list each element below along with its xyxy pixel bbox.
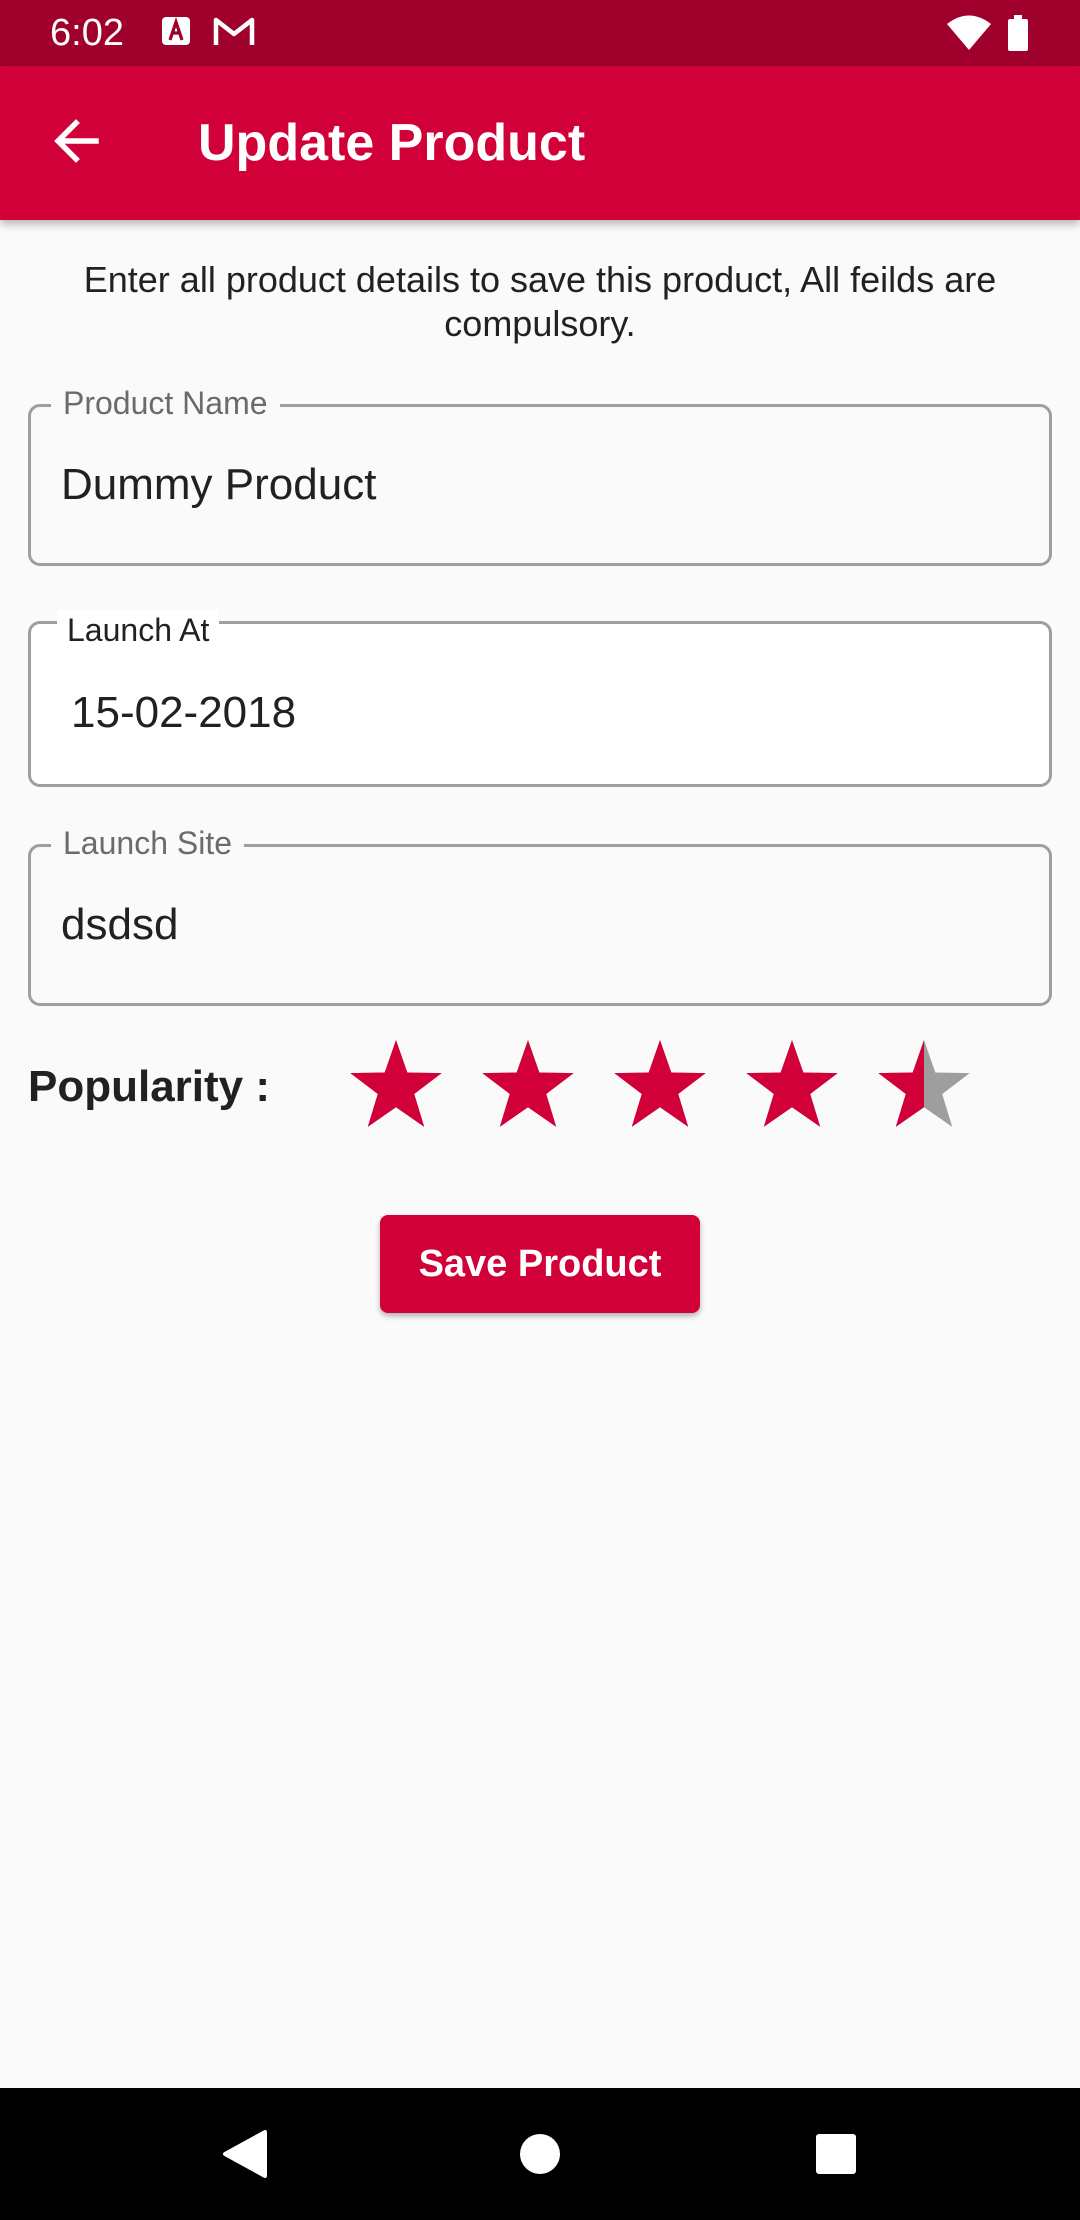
wifi-icon [946, 15, 992, 51]
arrow-back-icon [50, 115, 102, 172]
home-circle-icon [520, 2134, 560, 2174]
popularity-label: Popularity : [28, 1062, 271, 1111]
star-icon [350, 1040, 442, 1127]
rating-star-5[interactable] [876, 1040, 972, 1136]
nav-back-button[interactable] [208, 2118, 280, 2190]
a-notification-icon [160, 15, 196, 51]
back-triangle-icon [223, 2130, 267, 2178]
product-name-input[interactable] [31, 407, 1049, 563]
status-time: 6:02 [50, 12, 124, 54]
status-bar: 6:02 [0, 0, 1080, 66]
star-icon [746, 1040, 838, 1127]
battery-icon [1006, 15, 1030, 51]
rating-star-1[interactable] [348, 1040, 444, 1136]
recents-square-icon [816, 2134, 856, 2174]
launch-at-field: Launch At [28, 610, 1052, 787]
star-icon [878, 1040, 970, 1127]
launch-site-field: Launch Site [28, 823, 1052, 1006]
gmail-icon [212, 15, 256, 51]
star-icon [614, 1040, 706, 1127]
product-name-field: Product Name [28, 383, 1052, 566]
rating-star-4[interactable] [744, 1040, 840, 1136]
save-product-button[interactable]: Save Product [380, 1215, 700, 1313]
back-button[interactable] [36, 103, 116, 183]
app-bar: Update Product [0, 66, 1080, 220]
form-instructions: Enter all product details to save this p… [83, 259, 997, 344]
launch-site-input[interactable] [31, 847, 1049, 1003]
rating-star-2[interactable] [480, 1040, 576, 1136]
nav-recents-button[interactable] [800, 2118, 872, 2190]
page-title: Update Product [198, 114, 586, 172]
star-icon [482, 1040, 574, 1127]
rating-star-3[interactable] [612, 1040, 708, 1136]
system-nav-bar [0, 2088, 1080, 2220]
launch-at-input[interactable] [31, 624, 1049, 784]
nav-home-button[interactable] [504, 2118, 576, 2190]
